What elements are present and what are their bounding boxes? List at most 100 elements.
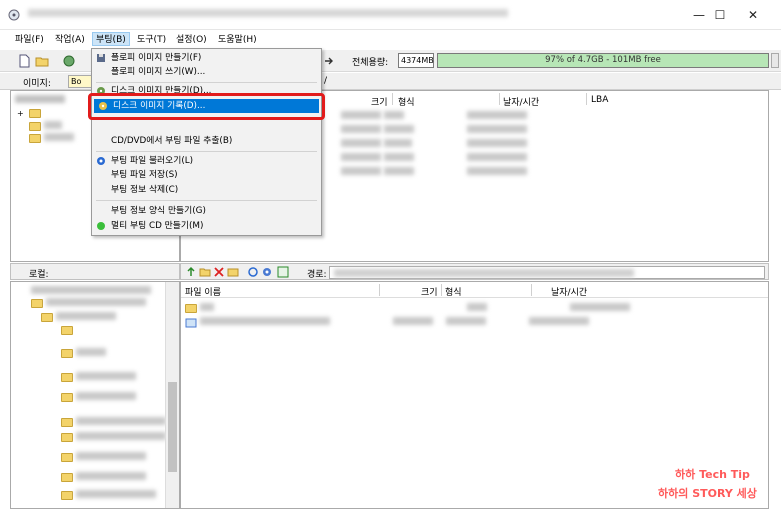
image-path: / (324, 76, 328, 86)
column-lba[interactable]: LBA (591, 95, 608, 105)
list-item[interactable] (341, 125, 527, 136)
image-name-field[interactable]: Bo (68, 75, 92, 88)
column-separator (531, 284, 532, 296)
boot-menu-dropdown: 플로피 이미지 만들기(F) 플로피 이미지 쓰기(W)... 디스크 이미지 … (91, 48, 322, 236)
tree-item[interactable] (61, 348, 106, 359)
image-label: 이미지: (23, 79, 51, 89)
column-size[interactable]: 크기 (371, 95, 388, 108)
column-separator (499, 93, 500, 105)
total-size-select[interactable]: 4374MB (398, 53, 434, 68)
capacity-text: 97% of 4.7GB - 101MB free (545, 55, 661, 65)
menu-item-label: 부팅 정보 양식 만들기(G) (111, 206, 206, 216)
new-folder-icon[interactable] (199, 266, 211, 278)
menu-item-make-floppy-image[interactable]: 플로피 이미지 만들기(F) (92, 51, 321, 65)
list-item[interactable] (185, 303, 630, 314)
delete-icon[interactable] (213, 266, 225, 278)
tree-item[interactable] (61, 417, 166, 428)
app-icon (8, 9, 20, 21)
watermark-line1: 하하 Tech Tip (675, 468, 750, 481)
menu-tools[interactable]: 도구(T) (134, 33, 169, 47)
capacity-scroll[interactable] (771, 53, 779, 68)
column-separator (586, 93, 587, 105)
tree-scrollbar[interactable] (165, 282, 179, 508)
folder-icon (61, 433, 73, 442)
open-folder-icon[interactable] (35, 54, 49, 68)
list-item[interactable] (341, 167, 527, 178)
folder-icon (61, 491, 73, 500)
path-label: 경로: (307, 270, 327, 280)
menu-options[interactable]: 설정(O) (173, 33, 210, 47)
arrow-right-icon[interactable] (322, 54, 336, 68)
column-separator (379, 284, 380, 296)
column-separator (441, 284, 442, 296)
tree-item[interactable] (61, 392, 136, 403)
menu-item-label: 부팅 파일 불러오기(L) (111, 156, 194, 166)
menu-item-load-boot-file[interactable]: 부팅 파일 불러오기(L) (92, 154, 321, 168)
menu-file[interactable]: 파일(F) (12, 33, 47, 47)
refresh-icon[interactable] (247, 266, 259, 278)
menu-item-label: 플로피 이미지 만들기(F) (111, 53, 202, 63)
maximize-button[interactable]: ☐ (705, 6, 735, 24)
menu-action[interactable]: 작업(A) (52, 33, 88, 47)
menu-separator (96, 200, 317, 201)
folder-icon (61, 473, 73, 482)
new-file-icon[interactable] (17, 54, 31, 68)
tree-item[interactable] (31, 286, 151, 297)
menu-item-label: 멀티 부팅 CD 만들기(M) (111, 221, 204, 231)
tree-item[interactable] (61, 490, 156, 501)
menu-help[interactable]: 도움말(H) (215, 33, 260, 47)
tree-item[interactable] (61, 432, 166, 443)
tree-item[interactable] (29, 121, 62, 132)
settings-icon[interactable] (261, 266, 273, 278)
menu-bar: 파일(F) 작업(A) 부팅(B) 도구(T) 설정(O) 도움말(H) (0, 31, 781, 49)
menu-separator (96, 151, 317, 152)
column-date[interactable]: 날자/시간 (551, 285, 587, 298)
rename-icon[interactable] (227, 266, 239, 278)
menu-item-write-floppy-image[interactable]: 플로피 이미지 쓰기(W)... (92, 65, 321, 79)
menu-item-make-multiboot-cd[interactable]: 멀티 부팅 CD 만들기(M) (92, 219, 321, 233)
column-filename[interactable]: 파일 이름 (185, 285, 221, 298)
scroll-thumb[interactable] (168, 382, 177, 472)
local-tree-pane[interactable] (10, 281, 180, 509)
column-size[interactable]: 크기 (421, 285, 438, 298)
menu-item-clear-boot-info[interactable]: 부팅 정보 삭제(C) (92, 183, 321, 197)
menu-boot[interactable]: 부팅(B) (92, 32, 130, 46)
menu-item-extract-boot-file[interactable]: CD/DVD에서 부팅 파일 추출(B) (92, 134, 321, 148)
title-bar: — ☐ ✕ (0, 0, 781, 30)
menu-item-make-boot-info-template[interactable]: 부팅 정보 양식 만들기(G) (92, 204, 321, 218)
extract-icon[interactable] (62, 54, 76, 68)
column-date[interactable]: 날자/시간 (503, 95, 539, 108)
folder-icon (41, 313, 53, 322)
folder-icon (61, 418, 73, 427)
folder-icon (61, 393, 73, 402)
list-item[interactable] (341, 111, 527, 122)
list-item[interactable] (185, 317, 589, 328)
folder-icon (29, 122, 41, 131)
tree-item[interactable] (61, 372, 136, 383)
column-type[interactable]: 형식 (398, 95, 415, 108)
close-button[interactable]: ✕ (738, 6, 768, 24)
list-item[interactable] (341, 153, 527, 164)
total-size-label: 전체용량: (352, 58, 389, 68)
column-type[interactable]: 형식 (445, 285, 462, 298)
tree-item[interactable] (29, 109, 41, 119)
tree-item[interactable] (29, 133, 74, 144)
menu-item-save-boot-file[interactable]: 부팅 파일 저장(S) (92, 168, 321, 182)
tree-expand-icon[interactable]: + (17, 109, 24, 118)
tree-item[interactable] (41, 312, 116, 323)
tree-item[interactable] (31, 298, 146, 309)
tree-item[interactable] (61, 326, 73, 336)
folder-icon (185, 304, 197, 313)
tree-item[interactable] (61, 472, 146, 483)
list-item[interactable] (341, 139, 527, 150)
tree-item[interactable] (61, 452, 146, 463)
folder-icon (29, 134, 41, 143)
file-list-header: 파일 이름 크기 형식 날자/시간 (181, 282, 768, 298)
path-input[interactable] (329, 266, 765, 279)
menu-item-label: 플로피 이미지 쓰기(W)... (111, 67, 206, 77)
up-arrow-icon[interactable] (185, 266, 197, 278)
sync-icon[interactable] (277, 266, 289, 278)
folder-icon (61, 373, 73, 382)
tree-root[interactable] (15, 95, 65, 106)
watermark-line2: 하하의 STORY 세상 (658, 487, 757, 500)
